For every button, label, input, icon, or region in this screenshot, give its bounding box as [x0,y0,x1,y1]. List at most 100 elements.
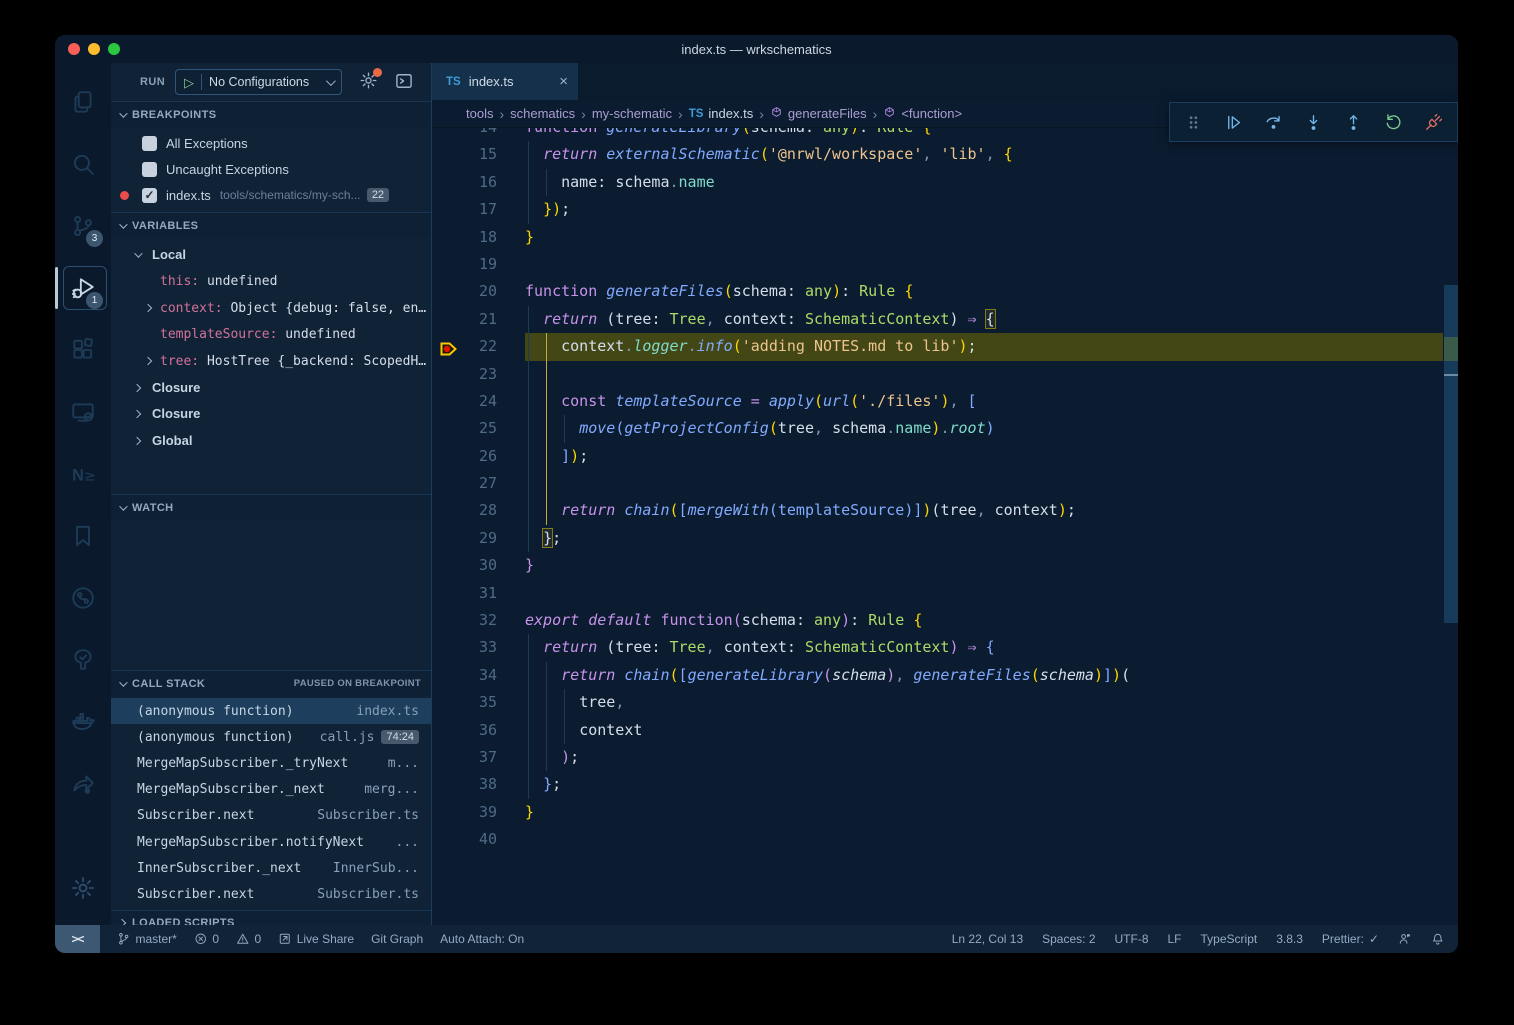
activity-item-deploy[interactable] [59,753,107,815]
variable-row[interactable]: Closure [111,401,431,428]
call-stack-section-header[interactable]: CALL STACK PAUSED ON BREAKPOINT [111,670,431,696]
breadcrumb-item-index-ts[interactable]: TSindex.ts [689,106,754,121]
call-stack-frame[interactable]: (anonymous function)call.js74:24 [111,724,431,750]
code-line-17[interactable]: 17 }); [432,196,1458,223]
line-number[interactable]: 25 [432,415,525,442]
code-line-33[interactable]: 33 return (tree: Tree, context: Schemati… [432,634,1458,661]
code-line-22[interactable]: 22 context.logger.info('adding NOTES.md … [432,333,1458,360]
line-number[interactable]: 33 [432,634,525,661]
status-eol[interactable]: LF [1168,932,1182,946]
line-number[interactable]: 37 [432,744,525,771]
remote-indicator[interactable]: >< [55,925,100,953]
activity-item-bookmarks[interactable] [59,505,107,567]
line-number[interactable]: 16 [432,169,525,196]
activity-item-git-graph[interactable] [59,567,107,629]
activity-item-docker[interactable] [59,691,107,753]
breadcrumb-item-tools[interactable]: tools [466,106,493,121]
line-number[interactable]: 28 [432,497,525,524]
breakpoints-section-header[interactable]: BREAKPOINTS [111,101,431,127]
status-ts-version[interactable]: 3.8.3 [1276,932,1303,946]
debug-console-button[interactable] [394,71,414,94]
line-number[interactable]: 30 [432,552,525,579]
breakpoint-checkbox[interactable] [142,136,157,151]
variable-row[interactable]: templateSource: undefined [111,322,431,349]
breakpoint-row[interactable]: ✓index.tstools/schematics/my-sch...22 [111,182,431,208]
line-number[interactable]: 29 [432,525,525,552]
code-line-21[interactable]: 21 return (tree: Tree, context: Schemati… [432,306,1458,333]
line-number[interactable]: 38 [432,771,525,798]
call-stack-frame[interactable]: MergeMapSubscriber._tryNextm... [111,750,431,776]
line-number[interactable]: 19 [432,251,525,278]
variable-row[interactable]: this: undefined [111,269,431,296]
variable-row[interactable]: context: Object {debug: false, en… [111,295,431,322]
scrollbar-slider[interactable] [1444,285,1458,623]
status-cursor-position[interactable]: Ln 22, Col 13 [952,932,1023,946]
line-number[interactable]: 17 [432,196,525,223]
line-number[interactable]: 15 [432,141,525,168]
code-line-15[interactable]: 15 return externalSchematic('@nrwl/works… [432,141,1458,168]
status-prettier[interactable]: Prettier:✓ [1322,932,1379,946]
editor-scrollbar[interactable] [1443,128,1458,925]
code-line-31[interactable]: 31 [432,580,1458,607]
variable-row[interactable]: tree: HostTree {_backend: ScopedH… [111,348,431,375]
variable-row[interactable]: Local [111,242,431,269]
line-number[interactable]: 34 [432,662,525,689]
code-line-24[interactable]: 24 const templateSource = apply(url('./f… [432,388,1458,415]
tab-index-ts[interactable]: TS index.ts × [432,63,578,100]
status-language[interactable]: TypeScript [1201,932,1258,946]
breakpoint-checkbox[interactable]: ✓ [142,188,157,203]
line-number[interactable]: 23 [432,361,525,388]
configure-gear-button[interactable] [359,71,378,93]
call-stack-frame[interactable]: MergeMapSubscriber._nextmerg... [111,777,431,803]
status-feedback[interactable] [1398,932,1412,946]
line-number[interactable]: 35 [432,689,525,716]
variable-row[interactable]: Closure [111,375,431,402]
line-number[interactable]: 14 [432,128,525,141]
variable-row[interactable]: Global [111,428,431,455]
code-line-35[interactable]: 35 tree, [432,689,1458,716]
call-stack-frame[interactable]: InnerSubscriber._nextInnerSub... [111,855,431,881]
code-line-18[interactable]: 18} [432,224,1458,251]
line-number[interactable]: 32 [432,607,525,634]
status-notifications[interactable] [1431,932,1445,946]
launch-configuration-dropdown[interactable]: ▷ No Configurations [175,69,342,95]
line-number[interactable]: 39 [432,799,525,826]
step-into-button[interactable] [1304,113,1323,132]
activity-item-explorer[interactable] [59,71,107,133]
activity-item-source-control[interactable]: 3 [59,195,107,257]
status-live-share[interactable]: Live Share [278,932,354,946]
activity-item-remote-explorer[interactable] [59,381,107,443]
code-line-38[interactable]: 38 }; [432,771,1458,798]
continue-button[interactable] [1224,113,1243,132]
code-line-27[interactable]: 27 [432,470,1458,497]
code-line-23[interactable]: 23 [432,361,1458,388]
loaded-scripts-section-header[interactable]: LOADED SCRIPTS [111,910,431,926]
line-number[interactable]: 40 [432,826,525,853]
watch-section-header[interactable]: WATCH [111,494,431,520]
activity-item-todo-tree[interactable] [59,629,107,691]
code-editor[interactable]: 14function generateLibrary(schema: any):… [432,128,1458,925]
code-line-39[interactable]: 39} [432,799,1458,826]
line-number[interactable]: 20 [432,278,525,305]
line-number[interactable]: 27 [432,470,525,497]
status-git-branch[interactable]: master* [117,932,177,946]
line-number[interactable]: 26 [432,443,525,470]
restart-button[interactable] [1384,113,1403,132]
status-warnings[interactable]: 0 [236,932,261,946]
start-debug-icon[interactable]: ▷ [184,76,194,89]
code-line-20[interactable]: 20function generateFiles(schema: any): R… [432,278,1458,305]
code-line-28[interactable]: 28 return chain([mergeWith(templateSourc… [432,497,1458,524]
code-line-34[interactable]: 34 return chain([generateLibrary(schema)… [432,662,1458,689]
step-over-button[interactable] [1264,113,1283,132]
code-line-29[interactable]: 29 }; [432,525,1458,552]
line-number[interactable]: 24 [432,388,525,415]
call-stack-frame[interactable]: MergeMapSubscriber.notifyNext... [111,829,431,855]
status-indentation[interactable]: Spaces: 2 [1042,932,1095,946]
breadcrumb-item-generatefiles[interactable]: generateFiles [770,106,867,122]
code-line-37[interactable]: 37 ); [432,744,1458,771]
call-stack-frame[interactable]: (anonymous function)index.ts [111,698,431,724]
call-stack-frame[interactable]: Subscriber.nextSubscriber.ts [111,803,431,829]
disconnect-button[interactable] [1424,113,1443,132]
line-number[interactable]: 22 [432,333,525,360]
activity-item-manage[interactable] [59,857,107,919]
